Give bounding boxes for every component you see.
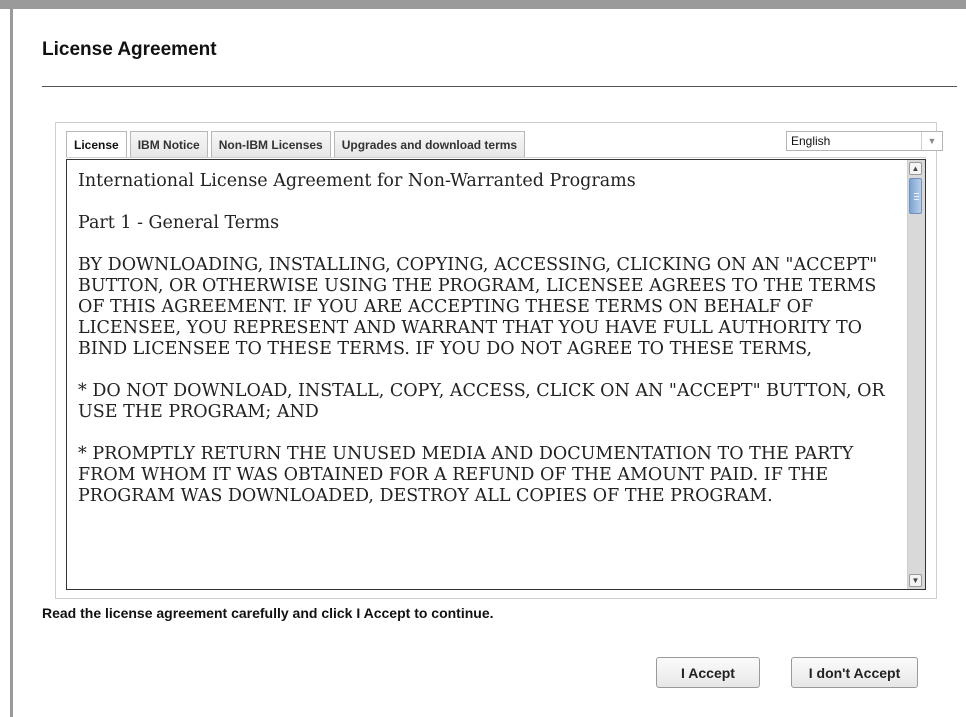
window-frame-top <box>0 0 966 9</box>
grip-line <box>914 196 919 197</box>
license-paragraph: * PROMPTLY RETURN THE UNUSED MEDIA AND D… <box>78 444 854 506</box>
tab-ibm-notice[interactable]: IBM Notice <box>129 131 208 157</box>
license-tabs: License IBM Notice Non-IBM Licenses Upgr… <box>66 131 528 158</box>
tab-upgrades-and-download-terms[interactable]: Upgrades and download terms <box>333 131 526 157</box>
instruction-text: Read the license agreement carefully and… <box>42 605 494 621</box>
license-page: License Agreement License IBM Notice Non… <box>13 9 966 717</box>
page-title: License Agreement <box>42 39 217 60</box>
tab-divider <box>66 157 926 158</box>
language-select[interactable]: English ▼ <box>786 131 943 151</box>
license-text: International License Agreement for Non-… <box>78 171 898 528</box>
license-panel: License IBM Notice Non-IBM Licenses Upgr… <box>55 122 943 599</box>
language-select-value: English <box>791 134 831 148</box>
scrollbar-thumb[interactable] <box>909 178 922 214</box>
grip-line <box>914 199 919 200</box>
title-divider <box>42 86 957 87</box>
license-heading: International License Agreement for Non-… <box>78 171 636 191</box>
license-paragraph: BY DOWNLOADING, INSTALLING, COPYING, ACC… <box>78 255 878 359</box>
tab-non-ibm-licenses[interactable]: Non-IBM Licenses <box>210 131 331 157</box>
accept-button[interactable]: I Accept <box>656 657 760 688</box>
license-scrollbar[interactable]: ▲ ▼ <box>907 160 925 589</box>
decline-button[interactable]: I don't Accept <box>791 657 918 688</box>
chevron-down-icon[interactable]: ▼ <box>921 132 942 150</box>
chevron-down-icon[interactable]: ▼ <box>909 574 922 587</box>
license-part-heading: Part 1 - General Terms <box>78 213 280 233</box>
license-text-area[interactable]: International License Agreement for Non-… <box>66 159 926 590</box>
tab-license[interactable]: License <box>66 131 127 158</box>
grip-line <box>914 193 919 194</box>
license-paragraph: * DO NOT DOWNLOAD, INSTALL, COPY, ACCESS… <box>78 381 885 422</box>
chevron-up-icon[interactable]: ▲ <box>909 162 922 175</box>
